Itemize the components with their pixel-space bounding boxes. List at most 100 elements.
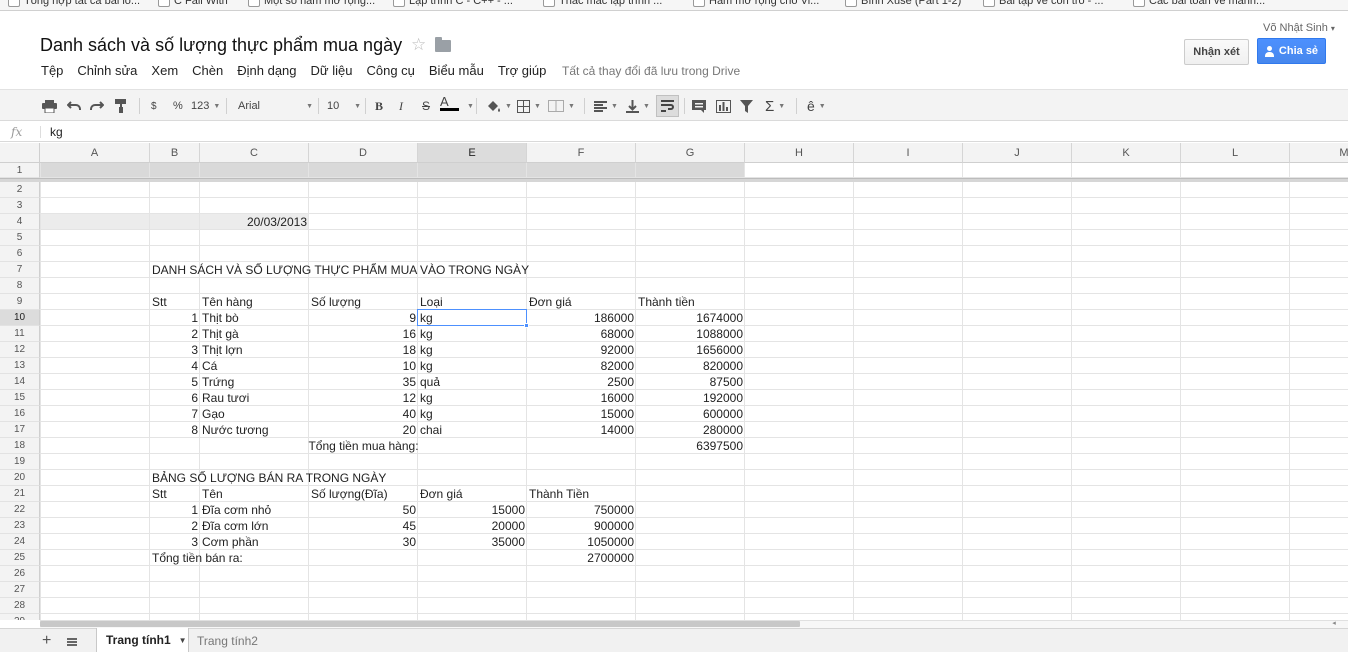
table-cell[interactable]: 50 <box>309 502 418 518</box>
table-cell[interactable]: 20 <box>309 422 418 438</box>
selected-cell-outline[interactable] <box>417 309 527 326</box>
table-cell[interactable]: 2 <box>150 326 200 342</box>
header-price[interactable]: Đơn giá <box>418 486 527 502</box>
table-cell[interactable]: 1 <box>150 502 200 518</box>
row-header-21[interactable]: 21 <box>0 486 40 502</box>
comment-button[interactable]: Nhận xét <box>1184 39 1249 65</box>
sheet-tab-active[interactable]: Trang tính1 ▼ <box>96 628 189 652</box>
table-cell[interactable]: 1 <box>150 310 200 326</box>
undo-icon[interactable] <box>67 98 81 114</box>
table-cell[interactable]: Nước tương <box>200 422 309 438</box>
table-cell[interactable]: 6 <box>150 390 200 406</box>
bookmark-item[interactable]: Thắc mắc lập trình ... <box>543 0 662 7</box>
column-header-e[interactable]: E <box>418 143 527 163</box>
table-cell[interactable]: 15000 <box>418 502 527 518</box>
table-cell[interactable]: 18 <box>309 342 418 358</box>
column-header-l[interactable]: L <box>1181 143 1290 163</box>
header-qty[interactable]: Số lượng(Đĩa) <box>309 486 418 502</box>
input-tools-button[interactable]: ê ▼ <box>807 98 826 114</box>
table-cell[interactable]: 68000 <box>527 326 636 342</box>
table-cell[interactable]: 5 <box>150 374 200 390</box>
table-cell[interactable]: 16 <box>309 326 418 342</box>
functions-icon[interactable]: Σ ▼ <box>765 98 785 115</box>
filter-icon[interactable] <box>740 98 753 114</box>
table-cell[interactable]: 8 <box>150 422 200 438</box>
table-cell[interactable]: 1674000 <box>636 310 745 326</box>
row-header-11[interactable]: 11 <box>0 326 40 342</box>
print-icon[interactable] <box>42 98 57 114</box>
row-header-23[interactable]: 23 <box>0 518 40 534</box>
bold-button[interactable]: B <box>375 98 383 114</box>
table-cell[interactable]: 3 <box>150 342 200 358</box>
table-cell[interactable]: 4 <box>150 358 200 374</box>
menu-item[interactable]: Định dạng <box>237 63 296 79</box>
table-cell[interactable]: kg <box>418 342 527 358</box>
table-cell[interactable]: 2 <box>150 518 200 534</box>
table-cell[interactable]: kg <box>418 406 527 422</box>
purchase-total-label[interactable]: Tổng tiền mua hàng: <box>200 438 527 454</box>
table-cell[interactable]: 45 <box>309 518 418 534</box>
table-cell[interactable]: Cá <box>200 358 309 374</box>
column-header-m[interactable]: M <box>1290 143 1348 163</box>
select-all-corner[interactable] <box>0 143 40 163</box>
column-header-d[interactable]: D <box>309 143 418 163</box>
table-cell[interactable]: Thịt bò <box>200 310 309 326</box>
header-name[interactable]: Tên hàng <box>200 294 309 310</box>
freeze-divider[interactable] <box>0 178 1348 182</box>
share-button[interactable]: Chia sẻ <box>1257 38 1326 64</box>
table-cell[interactable]: 1656000 <box>636 342 745 358</box>
table-cell[interactable]: 40 <box>309 406 418 422</box>
user-account[interactable]: Võ Nhật Sinh ▾ <box>1263 22 1335 34</box>
number-format-dropdown[interactable]: 123 ▼ <box>191 98 220 114</box>
row-header-27[interactable]: 27 <box>0 582 40 598</box>
sales-total-label[interactable]: Tổng tiền bán ra: <box>150 550 400 566</box>
table2-title[interactable]: BẢNG SỐ LƯỢNG BÁN RA TRONG NGÀY <box>150 470 550 486</box>
row-header-8[interactable]: 8 <box>0 278 40 294</box>
header-qty[interactable]: Số lượng <box>309 294 418 310</box>
folder-icon[interactable] <box>435 37 451 52</box>
menu-item[interactable]: Chỉnh sửa <box>77 63 137 79</box>
table-cell[interactable]: Cơm phần <box>200 534 309 550</box>
bookmark-item[interactable]: Bài tập về con trỏ - ... <box>983 0 1104 7</box>
row-header-24[interactable]: 24 <box>0 534 40 550</box>
row-header-15[interactable]: 15 <box>0 390 40 406</box>
table-cell[interactable]: Trứng <box>200 374 309 390</box>
sheet-tab[interactable]: Trang tính2 <box>197 634 258 648</box>
row-header-12[interactable]: 12 <box>0 342 40 358</box>
table-cell[interactable]: 82000 <box>527 358 636 374</box>
percent-format-button[interactable]: % <box>173 98 183 114</box>
table-cell[interactable]: 9 <box>309 310 418 326</box>
table-cell[interactable]: Thịt lợn <box>200 342 309 358</box>
row-header-26[interactable]: 26 <box>0 566 40 582</box>
table-cell[interactable]: 192000 <box>636 390 745 406</box>
row-header-6[interactable]: 6 <box>0 246 40 262</box>
header-name[interactable]: Tên <box>200 486 309 502</box>
menu-item[interactable]: Chèn <box>192 63 223 79</box>
bookmark-item[interactable]: Lập trình C - C++ - ... <box>393 0 513 7</box>
bookmark-item[interactable]: Tổng hợp tất cả bài lồ... <box>8 0 140 7</box>
currency-format-button[interactable]: $ <box>151 98 157 114</box>
bookmark-item[interactable]: Một số hàm mở rộng... <box>248 0 375 7</box>
table-cell[interactable]: 35 <box>309 374 418 390</box>
chart-icon[interactable] <box>716 98 731 114</box>
borders-icon[interactable]: ▼ <box>517 98 541 114</box>
table-cell[interactable]: 7 <box>150 406 200 422</box>
chevron-down-icon[interactable]: ▼ <box>463 98 474 114</box>
table1-title[interactable]: DANH SÁCH VÀ SỐ LƯỢNG THỰC PHẨM MUA VÀO … <box>150 262 750 278</box>
row-header-9[interactable]: 9 <box>0 294 40 310</box>
fill-color-icon[interactable]: ▼ <box>486 98 512 114</box>
menu-item[interactable]: Trợ giúp <box>498 63 547 79</box>
column-header-i[interactable]: I <box>854 143 963 163</box>
redo-icon[interactable] <box>90 98 104 114</box>
table-cell[interactable]: Gạo <box>200 406 309 422</box>
row-header-20[interactable]: 20 <box>0 470 40 486</box>
table-cell[interactable]: Rau tươi <box>200 390 309 406</box>
table-cell[interactable]: 15000 <box>527 406 636 422</box>
bookmark-item[interactable]: Hàm mở rộng cho Vi... <box>693 0 819 7</box>
header-total[interactable]: Thành tiền <box>636 294 745 310</box>
table-cell[interactable]: 14000 <box>527 422 636 438</box>
comment-icon[interactable] <box>692 98 706 114</box>
valign-icon[interactable]: ▼ <box>626 98 650 114</box>
row-header-7[interactable]: 7 <box>0 262 40 278</box>
table-cell[interactable]: kg <box>418 326 527 342</box>
